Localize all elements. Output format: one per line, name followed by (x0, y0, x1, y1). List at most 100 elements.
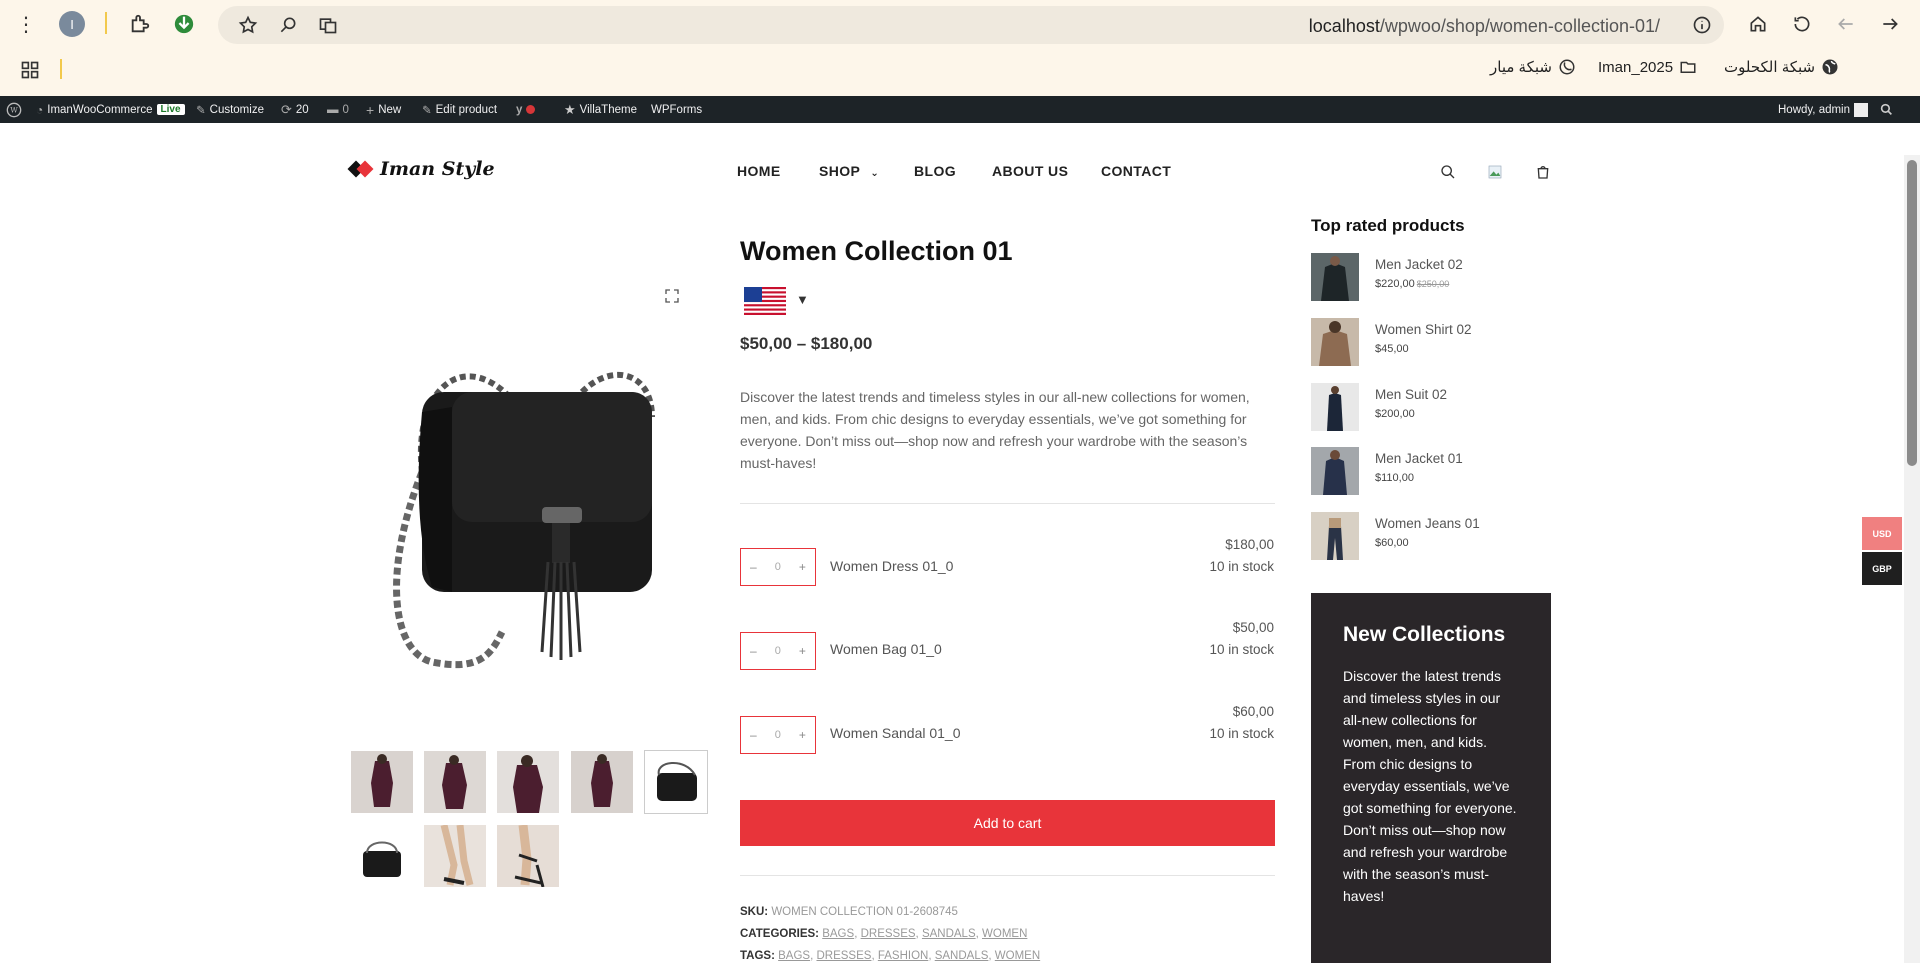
gallery-thumb-3[interactable] (497, 751, 559, 813)
downloader-icon[interactable] (168, 8, 200, 40)
product-thumbnail[interactable] (1311, 512, 1359, 560)
product-thumbnail[interactable] (1311, 318, 1359, 366)
add-to-cart-button[interactable]: Add to cart (740, 800, 1275, 846)
quantity-value[interactable]: 0 (775, 645, 781, 657)
currency-gbp-button[interactable]: GBP (1862, 552, 1902, 585)
zoom-icon[interactable] (272, 9, 304, 41)
plus-button[interactable]: + (799, 644, 806, 658)
seo-status-dot (526, 105, 536, 114)
minus-button[interactable]: – (750, 560, 757, 574)
plus-button[interactable]: + (799, 560, 806, 574)
profile-avatar[interactable]: I (56, 8, 88, 40)
admin-villatheme-link[interactable]: ★ VillaTheme (564, 96, 637, 123)
category-link[interactable]: WOMEN (982, 928, 1027, 940)
admin-updates-link[interactable]: ⟳ 20 (281, 96, 309, 123)
product-thumbnail[interactable] (1311, 447, 1359, 495)
category-link[interactable]: SANDALS (922, 928, 976, 940)
comment-icon: ▬ (327, 103, 339, 116)
gallery-thumb-6[interactable] (351, 825, 413, 887)
currency-dropdown-arrow-icon[interactable]: ▼ (796, 292, 809, 307)
site-info-icon[interactable] (1686, 9, 1718, 41)
main-product-image[interactable] (352, 322, 712, 702)
address-bar[interactable]: localhost/wpwoo/shop/women-collection-01… (218, 6, 1724, 44)
bookmark-item-1[interactable]: شبكة الكحلوت (1724, 58, 1839, 76)
admin-comments-link[interactable]: ▬ 0 (327, 96, 349, 123)
nav-shop[interactable]: SHOP ⌄ (819, 163, 879, 179)
scrollbar-thumb[interactable] (1907, 160, 1917, 466)
quantity-stepper[interactable]: – 0 + (740, 632, 816, 670)
gallery-thumb-4[interactable] (571, 751, 633, 813)
home-icon[interactable] (1742, 8, 1774, 40)
quantity-stepper[interactable]: – 0 + (740, 548, 816, 586)
minus-button[interactable]: – (750, 728, 757, 742)
gallery-thumb-7[interactable] (424, 825, 486, 887)
cart-icon[interactable] (1533, 162, 1553, 182)
tag-link[interactable]: DRESSES (816, 950, 871, 962)
group-item-name[interactable]: Women Bag 01_0 (830, 641, 942, 657)
stock-status: 10 in stock (1209, 642, 1274, 657)
wp-logo-icon[interactable]: W (6, 96, 22, 123)
gallery-thumb-8[interactable] (497, 825, 559, 887)
quantity-value[interactable]: 0 (775, 729, 781, 741)
stock-status: 10 in stock (1209, 726, 1274, 741)
admin-account-link[interactable]: Howdy, admin (1778, 96, 1869, 123)
apps-grid-icon[interactable] (14, 54, 46, 86)
search-icon[interactable] (1438, 162, 1458, 182)
quantity-value[interactable]: 0 (775, 561, 781, 573)
product-thumbnail[interactable] (1311, 253, 1359, 301)
group-item-name[interactable]: Women Dress 01_0 (830, 558, 953, 574)
admin-search-icon[interactable] (1880, 96, 1893, 123)
nav-contact[interactable]: CONTACT (1101, 163, 1171, 179)
nav-blog[interactable]: BLOG (914, 163, 956, 179)
brush-icon: ✎ (196, 104, 206, 117)
product-short-description: Discover the latest trends and timeless … (740, 389, 1250, 471)
forward-icon[interactable] (1830, 8, 1862, 40)
top-rated-item[interactable]: Men Jacket 01 $110,00 (1311, 447, 1561, 497)
category-link[interactable]: BAGS (822, 928, 854, 940)
tag-link[interactable]: WOMEN (995, 950, 1040, 962)
admin-edit-product-link[interactable]: ✎ Edit product (422, 96, 497, 123)
account-image-icon[interactable] (1485, 162, 1505, 182)
fullscreen-icon[interactable] (664, 288, 682, 306)
bookmark-star-icon[interactable] (232, 9, 264, 41)
bookmark-item-2[interactable]: Iman_2025 (1598, 58, 1697, 76)
admin-customize-link[interactable]: ✎ Customize (196, 96, 264, 123)
category-link[interactable]: DRESSES (861, 928, 916, 940)
toolbar-divider (105, 12, 107, 34)
translate-icon[interactable] (312, 9, 344, 41)
group-item-name[interactable]: Women Sandal 01_0 (830, 725, 961, 741)
reload-icon[interactable] (1786, 8, 1818, 40)
nav-about[interactable]: ABOUT US (992, 163, 1068, 179)
site-logo[interactable]: Iman Style (350, 158, 495, 180)
nav-home[interactable]: HOME (737, 163, 781, 179)
admin-seo-link[interactable]: y (516, 96, 536, 123)
gallery-thumb-1[interactable] (351, 751, 413, 813)
gallery-thumb-2[interactable] (424, 751, 486, 813)
extensions-icon[interactable] (124, 8, 156, 40)
tag-link[interactable]: FASHION (878, 950, 928, 962)
us-flag-icon[interactable] (744, 287, 786, 315)
updates-icon: ⟳ (281, 101, 292, 117)
gallery-thumb-5[interactable] (644, 750, 708, 814)
back-icon[interactable] (1874, 8, 1906, 40)
quantity-stepper[interactable]: – 0 + (740, 716, 816, 754)
pencil-icon: ✎ (422, 104, 432, 117)
product-thumbnail[interactable] (1311, 383, 1359, 431)
chevron-down-icon: ⌄ (870, 168, 880, 179)
top-rated-item[interactable]: Men Jacket 02 $220,00 $250,00 (1311, 253, 1561, 303)
currency-usd-button[interactable]: USD (1862, 517, 1902, 550)
admin-wpforms-link[interactable]: WPForms (651, 96, 702, 123)
plus-button[interactable]: + (799, 728, 806, 742)
admin-site-link[interactable]: ◔ ImanWooCommerce Live (36, 96, 185, 123)
product-categories: CATEGORIES: BAGS, DRESSES, SANDALS, WOME… (740, 928, 1028, 940)
top-rated-item[interactable]: Men Suit 02 $200,00 (1311, 383, 1561, 433)
browser-menu-icon[interactable]: ⋮ (10, 8, 42, 40)
top-rated-item[interactable]: Women Shirt 02 $45,00 (1311, 318, 1561, 368)
tag-link[interactable]: SANDALS (935, 950, 989, 962)
tag-link[interactable]: BAGS (778, 950, 810, 962)
bookmark-item-3[interactable]: شبكة ميار (1490, 58, 1576, 76)
minus-button[interactable]: – (750, 644, 757, 658)
admin-new-link[interactable]: + New (366, 96, 401, 123)
top-rated-item[interactable]: Women Jeans 01 $60,00 (1311, 512, 1561, 562)
promo-text: Discover the latest trends and timeless … (1343, 668, 1517, 904)
